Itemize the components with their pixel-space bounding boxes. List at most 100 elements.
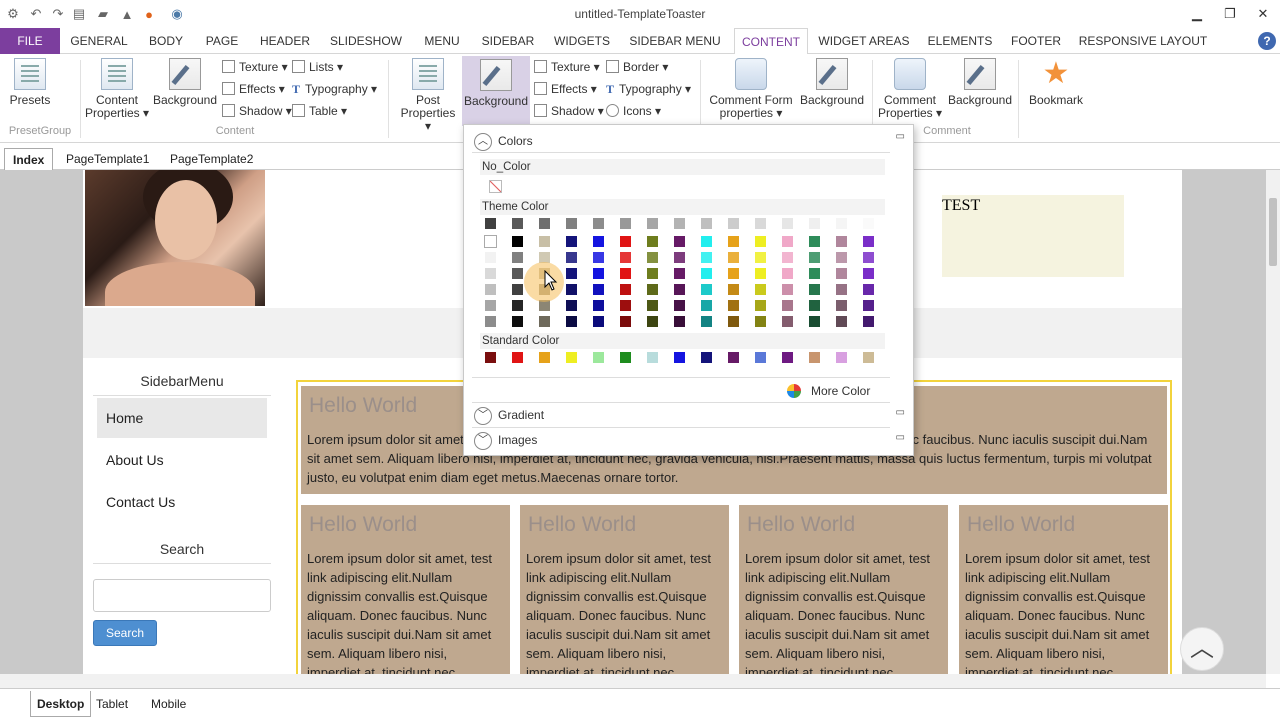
theme-color-swatch[interactable]	[566, 268, 577, 279]
theme-color-swatch[interactable]	[485, 252, 496, 263]
device-tab-desktop[interactable]: Desktop	[30, 691, 92, 717]
theme-color-swatch[interactable]	[647, 316, 658, 327]
theme-gray-swatch[interactable]	[863, 218, 874, 229]
standard-color-swatch[interactable]	[836, 352, 847, 363]
search-button[interactable]: Search	[93, 620, 157, 646]
theme-color-swatch[interactable]	[620, 252, 631, 263]
post-shadow-button[interactable]: Shadow ▾	[534, 102, 604, 120]
theme-color-swatch[interactable]	[485, 268, 496, 279]
theme-color-swatch[interactable]	[782, 300, 793, 311]
tab-header[interactable]: HEADER	[254, 28, 316, 54]
maximize-icon[interactable]: ❐	[1217, 4, 1243, 24]
theme-color-swatch[interactable]	[755, 236, 766, 247]
theme-color-swatch[interactable]	[674, 300, 685, 311]
gradient-section-header[interactable]: ﹀ Gradient	[474, 405, 544, 425]
presets-button[interactable]: Presets	[6, 58, 54, 107]
tab-widget-areas[interactable]: WIDGET AREAS	[816, 28, 912, 54]
theme-color-swatch[interactable]	[782, 316, 793, 327]
theme-color-swatch[interactable]	[701, 300, 712, 311]
theme-color-swatch[interactable]	[863, 284, 874, 295]
post-panel[interactable]: Hello World Lorem ipsum dolor sit amet, …	[959, 505, 1168, 674]
content-lists-button[interactable]: Lists ▾	[292, 58, 343, 76]
theme-color-swatch[interactable]	[863, 252, 874, 263]
theme-color-swatch[interactable]	[620, 236, 631, 247]
theme-color-swatch[interactable]	[674, 268, 685, 279]
theme-color-swatch[interactable]	[809, 316, 820, 327]
tab-file[interactable]: FILE	[0, 28, 60, 54]
theme-color-swatch[interactable]	[755, 252, 766, 263]
theme-color-swatch[interactable]	[836, 236, 847, 247]
theme-color-swatch[interactable]	[674, 236, 685, 247]
page-tab-template2[interactable]: PageTemplate2	[166, 148, 257, 170]
theme-color-swatch[interactable]	[647, 268, 658, 279]
theme-color-swatch[interactable]	[484, 235, 497, 248]
theme-gray-swatch[interactable]	[647, 218, 658, 229]
theme-color-swatch[interactable]	[755, 300, 766, 311]
post-icons-button[interactable]: Icons ▾	[606, 102, 661, 120]
standard-color-swatch[interactable]	[539, 352, 550, 363]
theme-color-swatch[interactable]	[728, 236, 739, 247]
post-properties-button[interactable]: Post Properties ▾	[396, 58, 460, 133]
theme-color-swatch[interactable]	[593, 236, 604, 247]
theme-color-swatch[interactable]	[701, 284, 712, 295]
theme-color-swatch[interactable]	[809, 284, 820, 295]
standard-color-swatch[interactable]	[782, 352, 793, 363]
theme-color-swatch[interactable]	[647, 236, 658, 247]
standard-color-swatch[interactable]	[863, 352, 874, 363]
theme-color-swatch[interactable]	[728, 316, 739, 327]
theme-color-swatch[interactable]	[593, 300, 604, 311]
standard-color-swatch[interactable]	[755, 352, 766, 363]
comment-form-properties-button[interactable]: Comment Form properties ▾	[704, 58, 798, 120]
standard-color-swatch[interactable]	[485, 352, 496, 363]
theme-color-swatch[interactable]	[593, 316, 604, 327]
theme-color-swatch[interactable]	[863, 268, 874, 279]
tab-content[interactable]: CONTENT	[734, 28, 808, 55]
tab-widgets[interactable]: WIDGETS	[550, 28, 614, 54]
theme-color-swatch[interactable]	[647, 300, 658, 311]
page-tab-template1[interactable]: PageTemplate1	[62, 148, 153, 170]
theme-gray-swatch[interactable]	[728, 218, 739, 229]
more-color-button[interactable]: More Color	[787, 382, 870, 400]
theme-color-swatch[interactable]	[485, 316, 496, 327]
tab-slideshow[interactable]: SLIDESHOW	[326, 28, 406, 54]
theme-color-swatch[interactable]	[512, 284, 523, 295]
page-tab-index[interactable]: Index	[4, 148, 54, 171]
post-panel[interactable]: Hello World Lorem ipsum dolor sit amet, …	[301, 505, 510, 674]
post-effects-button[interactable]: Effects ▾	[534, 80, 597, 98]
help-icon[interactable]: ?	[1258, 32, 1276, 50]
theme-color-swatch[interactable]	[809, 236, 820, 247]
theme-color-swatch[interactable]	[647, 284, 658, 295]
theme-color-swatch[interactable]	[620, 268, 631, 279]
content-shadow-button[interactable]: Shadow ▾	[222, 102, 292, 120]
theme-color-swatch[interactable]	[701, 236, 712, 247]
theme-gray-swatch[interactable]	[701, 218, 712, 229]
content-table-button[interactable]: Table ▾	[292, 102, 347, 120]
colors-section-header[interactable]: ︿ Colors	[474, 131, 533, 151]
no-color-swatch[interactable]	[489, 180, 502, 193]
theme-color-swatch[interactable]	[782, 268, 793, 279]
theme-color-swatch[interactable]	[701, 316, 712, 327]
theme-color-swatch[interactable]	[593, 252, 604, 263]
pin-icon[interactable]: ▭	[896, 131, 905, 142]
post-panel[interactable]: Hello World Lorem ipsum dolor sit amet, …	[739, 505, 948, 674]
horizontal-scrollbar[interactable]	[0, 674, 1266, 688]
theme-color-swatch[interactable]	[620, 316, 631, 327]
post-border-button[interactable]: Border ▾	[606, 58, 668, 76]
tab-sidebar-menu[interactable]: SIDEBAR MENU	[626, 28, 724, 54]
theme-gray-swatch[interactable]	[539, 218, 550, 229]
vertical-scrollbar[interactable]	[1266, 170, 1280, 674]
theme-color-swatch[interactable]	[863, 236, 874, 247]
theme-color-swatch[interactable]	[863, 316, 874, 327]
scroll-to-top-icon[interactable]: ︿	[1180, 627, 1224, 671]
tab-body[interactable]: BODY	[140, 28, 192, 54]
device-tab-mobile[interactable]: Mobile	[145, 691, 192, 717]
theme-gray-swatch[interactable]	[782, 218, 793, 229]
theme-color-swatch[interactable]	[512, 252, 523, 263]
theme-color-swatch[interactable]	[728, 284, 739, 295]
content-effects-button[interactable]: Effects ▾	[222, 80, 285, 98]
theme-gray-swatch[interactable]	[809, 218, 820, 229]
device-tab-tablet[interactable]: Tablet	[90, 691, 134, 717]
theme-color-swatch[interactable]	[647, 252, 658, 263]
post-typography-button[interactable]: T Typography ▾	[606, 80, 691, 98]
standard-color-swatch[interactable]	[674, 352, 685, 363]
